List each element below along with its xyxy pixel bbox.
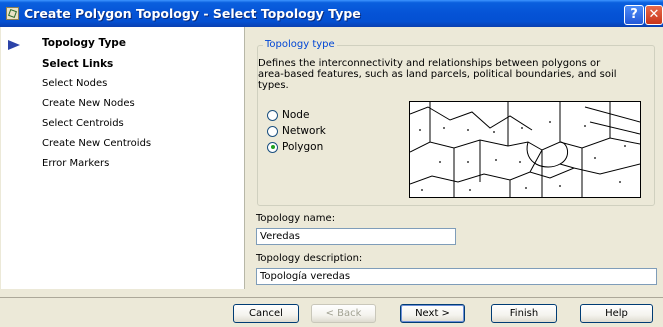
radio-polygon-circle[interactable] bbox=[267, 141, 278, 153]
topology-description-label: Topology description: bbox=[256, 253, 363, 264]
cancel-button[interactable]: Cancel bbox=[233, 304, 299, 323]
help-button[interactable]: Help bbox=[580, 304, 653, 323]
topology-name-input[interactable]: Veredas bbox=[256, 228, 456, 245]
window-title: Create Polygon Topology - Select Topolog… bbox=[24, 6, 361, 21]
current-step-arrow-icon bbox=[8, 40, 20, 50]
polygon-preview-image bbox=[409, 101, 641, 198]
finish-button[interactable]: Finish bbox=[491, 304, 557, 323]
topology-description-input[interactable]: Topología veredas bbox=[256, 268, 657, 285]
step-select-nodes: Select Nodes bbox=[42, 78, 108, 89]
step-error-markers: Error Markers bbox=[42, 158, 110, 169]
radio-node[interactable]: Node bbox=[267, 108, 309, 122]
footer-divider bbox=[0, 297, 663, 298]
radio-node-circle[interactable] bbox=[267, 109, 278, 121]
topology-icon bbox=[6, 7, 19, 20]
step-topology-type: Topology Type bbox=[42, 37, 126, 49]
topology-type-group-title: Topology type bbox=[263, 39, 337, 50]
back-button[interactable]: < Back bbox=[311, 304, 376, 323]
radio-network-circle[interactable] bbox=[267, 125, 278, 137]
step-select-centroids: Select Centroids bbox=[42, 118, 124, 129]
close-icon[interactable]: ✕ bbox=[645, 5, 663, 25]
steps-panel: Topology Type Select Links Select Nodes … bbox=[1, 27, 245, 289]
step-create-new-nodes: Create New Nodes bbox=[42, 98, 135, 109]
title-bar[interactable]: Create Polygon Topology - Select Topolog… bbox=[0, 0, 663, 27]
radio-polygon[interactable]: Polygon bbox=[267, 140, 323, 154]
step-create-new-centroids: Create New Centroids bbox=[42, 138, 152, 149]
next-button[interactable]: Next > bbox=[400, 304, 465, 323]
topology-type-description: Defines the interconnectivity and relati… bbox=[258, 58, 617, 91]
radio-network-label[interactable]: Network bbox=[282, 125, 326, 137]
topology-name-label: Topology name: bbox=[256, 213, 336, 224]
help-icon[interactable]: ? bbox=[624, 5, 644, 25]
step-select-links: Select Links bbox=[42, 58, 114, 70]
polygon-diagram-icon bbox=[409, 102, 641, 197]
radio-polygon-label[interactable]: Polygon bbox=[282, 141, 323, 153]
radio-network[interactable]: Network bbox=[267, 124, 326, 138]
radio-node-label[interactable]: Node bbox=[282, 109, 309, 121]
